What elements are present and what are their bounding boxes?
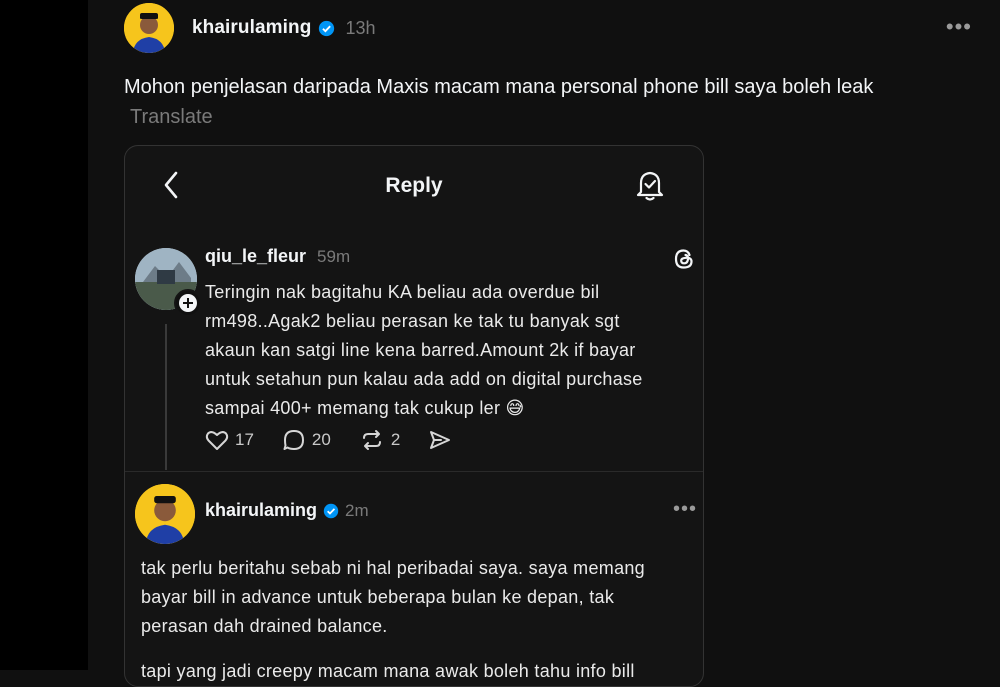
reply-username[interactable]: qiu_le_fleur: [205, 246, 306, 266]
reply-timestamp: 59m: [317, 247, 351, 266]
reply-header: khairulaming 2m: [205, 500, 369, 521]
reply-text-line: rm498..Agak2 beliau perasan ke tak tu ba…: [205, 311, 620, 331]
more-options-button[interactable]: •••: [946, 14, 972, 40]
embedded-title: Reply: [385, 174, 443, 197]
reply-text-line: tak perlu beritahu sebab ni hal peribada…: [141, 558, 645, 578]
left-gutter: [0, 0, 88, 670]
translate-link[interactable]: Translate: [130, 106, 213, 128]
reply-header: qiu_le_fleur 59m: [205, 246, 350, 267]
repost-count: 2: [390, 430, 401, 449]
repost-icon: [362, 430, 381, 450]
send-icon: [430, 431, 451, 449]
more-options-button[interactable]: •••: [673, 498, 697, 521]
verified-badge-icon: [318, 20, 335, 37]
reply-paragraph: tak perlu beritahu sebab ni hal peribada…: [141, 554, 697, 641]
embedded-screenshot: Reply qiu_le_fleur 59m Teringin nak bagi…: [124, 145, 704, 687]
bell-check-icon[interactable]: [635, 168, 665, 202]
verified-badge-icon: [323, 503, 339, 519]
reply-timestamp: 2m: [345, 500, 369, 520]
reply-text-line: sampai 400+ memang tak cukup ler 😅: [205, 398, 525, 418]
reply-text: Teringin nak bagitahu KA beliau ada over…: [205, 278, 695, 423]
post-username[interactable]: khairulaming: [192, 17, 311, 39]
reply-username[interactable]: khairulaming: [205, 500, 317, 521]
thread-connector-line: [165, 324, 167, 470]
threads-logo-icon: [671, 246, 697, 272]
post-timestamp: 13h: [345, 17, 376, 38]
reply-actions: 17 20 2: [205, 428, 486, 452]
reply-text-line: untuk setahun pun kalau ada add on digit…: [205, 369, 643, 389]
divider: [125, 471, 703, 472]
post-text: Mohon penjelasan daripada Maxis macam ma…: [124, 76, 874, 98]
like-button[interactable]: 17: [205, 429, 254, 451]
reply-text-line: akaun kan satgi line kena barred.Amount …: [205, 340, 636, 360]
reply-avatar[interactable]: [135, 484, 195, 544]
embedded-topbar: Reply: [125, 146, 703, 224]
reply-text-line: perasan dah drained balance.: [141, 616, 388, 636]
avatar[interactable]: [124, 3, 174, 53]
plus-icon[interactable]: [174, 289, 202, 317]
like-count: 17: [235, 430, 254, 449]
comment-count: 20: [311, 430, 331, 449]
reply-text-line: tapi yang jadi creepy macam mana awak bo…: [141, 661, 635, 681]
heart-icon: [205, 431, 229, 450]
reply-text-line: bayar bill in advance untuk beberapa bul…: [141, 587, 615, 607]
comment-icon: [283, 430, 304, 450]
repost-button[interactable]: 2: [359, 428, 400, 452]
comment-button[interactable]: 20: [282, 428, 331, 452]
reply-text: tak perlu beritahu sebab ni hal peribada…: [141, 554, 697, 686]
post-body: Mohon penjelasan daripada Maxis macam ma…: [124, 72, 904, 132]
reply-text-line: Teringin nak bagitahu KA beliau ada over…: [205, 282, 600, 302]
reply-paragraph: tapi yang jadi creepy macam mana awak bo…: [141, 657, 697, 686]
post-header: khairulaming 13h: [124, 3, 376, 53]
share-button[interactable]: [428, 429, 458, 451]
